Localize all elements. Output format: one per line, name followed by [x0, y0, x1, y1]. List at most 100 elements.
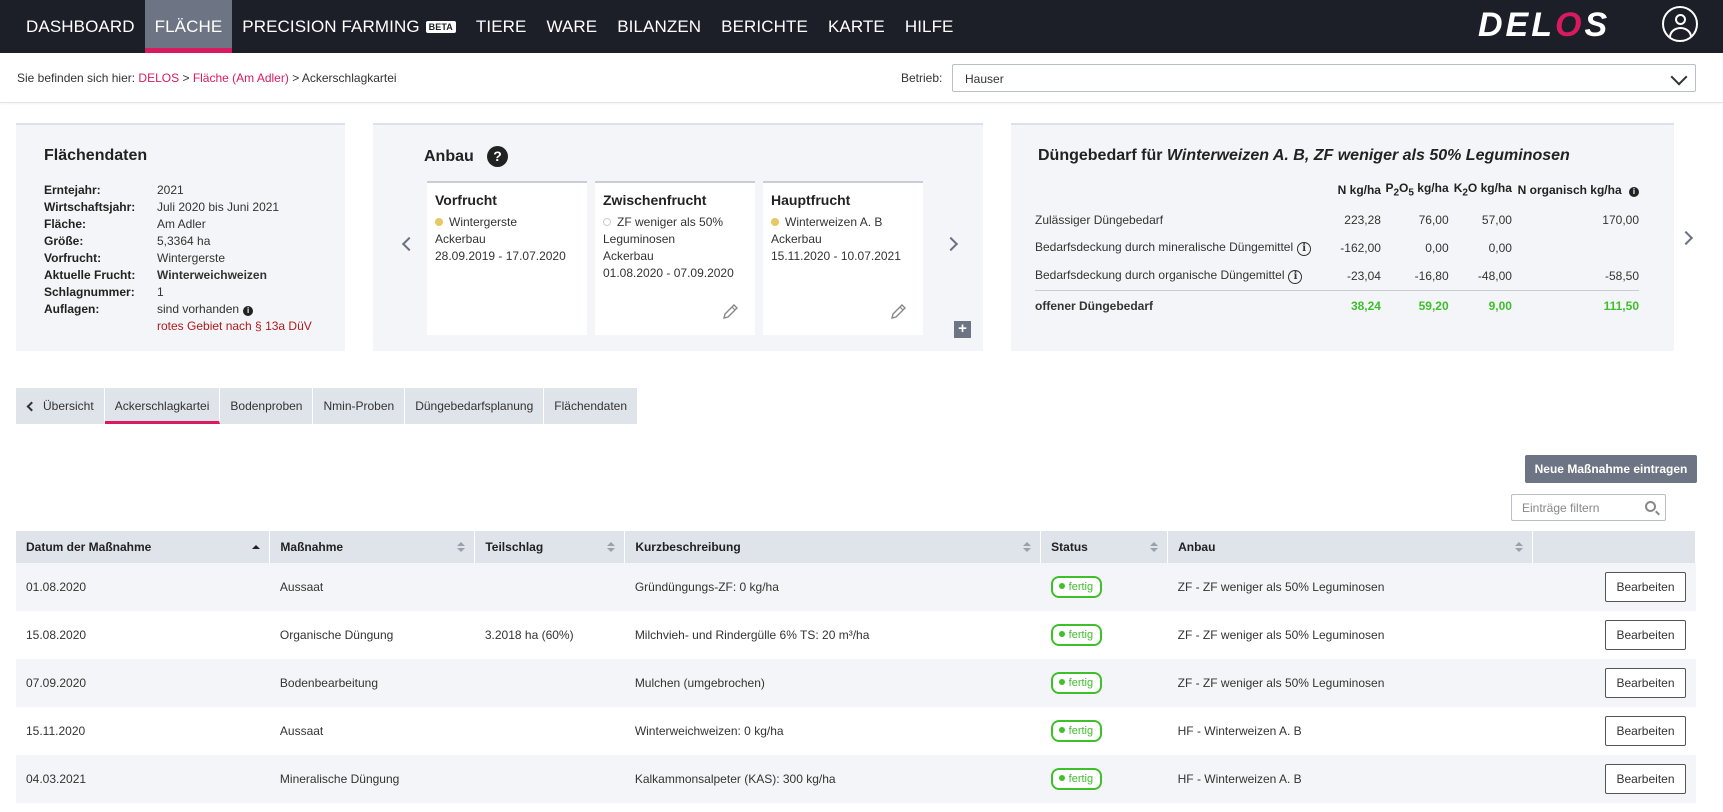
breadcrumb-separator: > — [182, 71, 190, 85]
nav-precision-farming[interactable]: PRECISION FARMING BETA — [232, 0, 466, 53]
sort-icon — [1150, 542, 1159, 553]
nav-karte[interactable]: KARTE — [818, 0, 895, 53]
hauptfrucht-name: Winterweizen A. B — [785, 215, 883, 229]
nav-hilfe[interactable]: HILFE — [895, 0, 964, 53]
tab-nmin-proben[interactable]: Nmin-Proben — [313, 388, 406, 424]
duengebedarf-sum-row: offener Düngebedarf 38,24 59,20 9,00 111… — [1035, 289, 1639, 322]
help-icon[interactable]: ? — [487, 146, 508, 167]
nav-flaeche[interactable]: FLÄCHE — [144, 0, 233, 53]
breadcrumb-link-flaeche[interactable]: Fläche (Am Adler) — [193, 71, 289, 85]
edit-button[interactable]: Bearbeiten — [1605, 668, 1686, 698]
info-icon[interactable]: i — [1297, 242, 1312, 257]
info-icon[interactable]: i — [1288, 270, 1303, 285]
nav-bilanzen[interactable]: BILANZEN — [607, 0, 711, 53]
fd-row-erntejahr: Erntejahr: 2021 — [44, 183, 184, 197]
tab-bar: Übersicht Ackerschlagkartei Bodenproben … — [16, 388, 639, 424]
tab-bodenproben[interactable]: Bodenproben — [220, 388, 314, 424]
duengebedarf-card: Düngebedarf für Winterweizen A. B, ZF we… — [1011, 123, 1674, 351]
zwischenfrucht-name-2: Leguminosen — [603, 232, 676, 246]
fd-row-auflage-note: rotes Gebiet nach § 13a DüV — [157, 319, 312, 333]
chevron-right-icon[interactable] — [943, 236, 959, 252]
tab-ackerschlagkartei[interactable]: Ackerschlagkartei — [104, 388, 221, 424]
hauptfrucht-dates: 15.11.2020 - 10.07.2021 — [771, 249, 901, 263]
fd-row-vorfrucht: Vorfrucht: Wintergerste — [44, 251, 226, 265]
edit-button[interactable]: Bearbeiten — [1605, 620, 1686, 650]
fd-row-flaeche: Fläche: Am Adler — [44, 217, 206, 231]
col-n: N kg/ha — [1337, 182, 1381, 197]
pencil-icon[interactable] — [889, 303, 907, 321]
filter-placeholder: Einträge filtern — [1522, 501, 1600, 515]
hauptfrucht-title: Hauptfrucht — [771, 192, 851, 208]
nav-ware[interactable]: WARE — [536, 0, 607, 53]
edit-button[interactable]: Bearbeiten — [1605, 716, 1686, 746]
betrieb-select[interactable]: Hauser — [952, 64, 1696, 92]
search-icon — [1645, 501, 1656, 512]
pencil-icon[interactable] — [721, 303, 739, 321]
col-massnahme[interactable]: Maßnahme — [269, 531, 476, 563]
zwischenfrucht-title: Zwischenfrucht — [603, 192, 707, 208]
duengebedarf-row: Bedarfsdeckung durch organische Düngemit… — [1035, 268, 1639, 285]
col-status[interactable]: Status — [1040, 531, 1169, 563]
new-measure-button[interactable]: Neue Maßnahme eintragen — [1525, 455, 1697, 483]
col-anbau[interactable]: Anbau — [1167, 531, 1533, 563]
tab-duengebedarfsplanung[interactable]: Düngebedarfsplanung — [405, 388, 545, 424]
fd-row-groesse: Größe: 5,3364 ha — [44, 234, 211, 248]
duengebedarf-row: Bedarfsdeckung durch mineralische Düngem… — [1035, 240, 1512, 257]
status-badge: fertig — [1050, 768, 1103, 790]
crop-color-dot — [435, 218, 443, 226]
top-navigation: DASHBOARD FLÄCHE PRECISION FARMING BETA T… — [0, 0, 1723, 53]
betrieb-value: Hauser — [965, 72, 1004, 86]
measures-table: Datum der Maßnahme Maßnahme Teilschlag K… — [16, 531, 1697, 803]
anbau-title: Anbau — [424, 148, 474, 165]
user-avatar-icon[interactable] — [1662, 6, 1698, 42]
col-n-organisch: N organisch kg/ha i — [1512, 181, 1639, 206]
breadcrumb-current: Ackerschlagkartei — [301, 71, 397, 85]
flaechendaten-title: Flächendaten — [44, 147, 148, 164]
sort-icon — [457, 542, 466, 553]
breadcrumb: Sie befinden sich hier: DELOS > Fläche (… — [17, 71, 397, 85]
delos-logo[interactable]: DELOS — [1478, 6, 1610, 45]
flaechendaten-list: Erntejahr: 2021 Wirtschaftsjahr: Juli 2020… — [44, 182, 312, 335]
add-crop-button[interactable]: + — [954, 321, 971, 338]
col-kurzbeschreibung[interactable]: Kurzbeschreibung — [624, 531, 1042, 563]
zwischenfrucht-name: ZF weniger als 50% — [617, 215, 724, 229]
vorfrucht-dates: 28.09.2019 - 17.07.2020 — [435, 249, 566, 263]
chevron-left-icon[interactable] — [401, 236, 417, 252]
chevron-down-icon — [1670, 68, 1688, 86]
tab-flaechendaten[interactable]: Flächendaten — [544, 388, 639, 424]
status-badge: fertig — [1050, 576, 1103, 598]
status-badge: fertig — [1050, 672, 1103, 694]
info-icon[interactable]: i — [1629, 186, 1639, 197]
betrieb-label: Betrieb: — [901, 71, 943, 85]
main-menu: DASHBOARD FLÄCHE PRECISION FARMING BETA T… — [16, 0, 964, 53]
info-icon[interactable]: i — [243, 306, 254, 316]
sort-asc-icon — [252, 542, 261, 553]
edit-button[interactable]: Bearbeiten — [1605, 572, 1686, 602]
breadcrumb-link-delos[interactable]: DELOS — [138, 71, 179, 85]
zwischenfrucht-box: Zwischenfrucht ZF weniger als 50% Legumi… — [595, 181, 755, 335]
edit-button[interactable]: Bearbeiten — [1605, 764, 1686, 794]
fd-row-auflagen: Auflagen: sind vorhanden i — [44, 301, 312, 318]
col-actions — [1532, 531, 1697, 563]
fd-row-wirtschaftsjahr: Wirtschaftsjahr: Juli 2020 bis Juni 2021 — [44, 200, 280, 214]
tab-uebersicht[interactable]: Übersicht — [16, 388, 105, 424]
col-teilschlag[interactable]: Teilschlag — [474, 531, 626, 563]
vorfrucht-name: Wintergerste — [449, 215, 518, 229]
col-k2o: K2O kg/ha — [1453, 181, 1512, 199]
zwischenfrucht-dates: 01.08.2020 - 07.09.2020 — [603, 266, 734, 280]
chevron-right-icon[interactable] — [1678, 230, 1694, 246]
breadcrumb-bar: Sie befinden sich hier: DELOS > Fläche (… — [0, 53, 1723, 103]
vorfrucht-type: Ackerbau — [435, 232, 486, 246]
nav-dashboard[interactable]: DASHBOARD — [16, 0, 145, 53]
nav-tiere[interactable]: TIERE — [466, 0, 537, 53]
col-datum[interactable]: Datum der Maßnahme — [16, 531, 271, 563]
fd-row-schlagnummer: Schlagnummer: 1 — [44, 285, 164, 299]
sort-icon — [607, 542, 616, 553]
vorfrucht-title: Vorfrucht — [435, 192, 497, 208]
filter-input[interactable]: Einträge filtern — [1511, 494, 1666, 521]
crop-color-dot — [603, 218, 611, 226]
col-p2o5: P2O5 kg/ha — [1385, 181, 1449, 199]
nav-berichte[interactable]: BERICHTE — [711, 0, 818, 53]
nav-precision-farming-label: PRECISION FARMING — [242, 16, 420, 36]
sort-icon — [1514, 542, 1523, 553]
